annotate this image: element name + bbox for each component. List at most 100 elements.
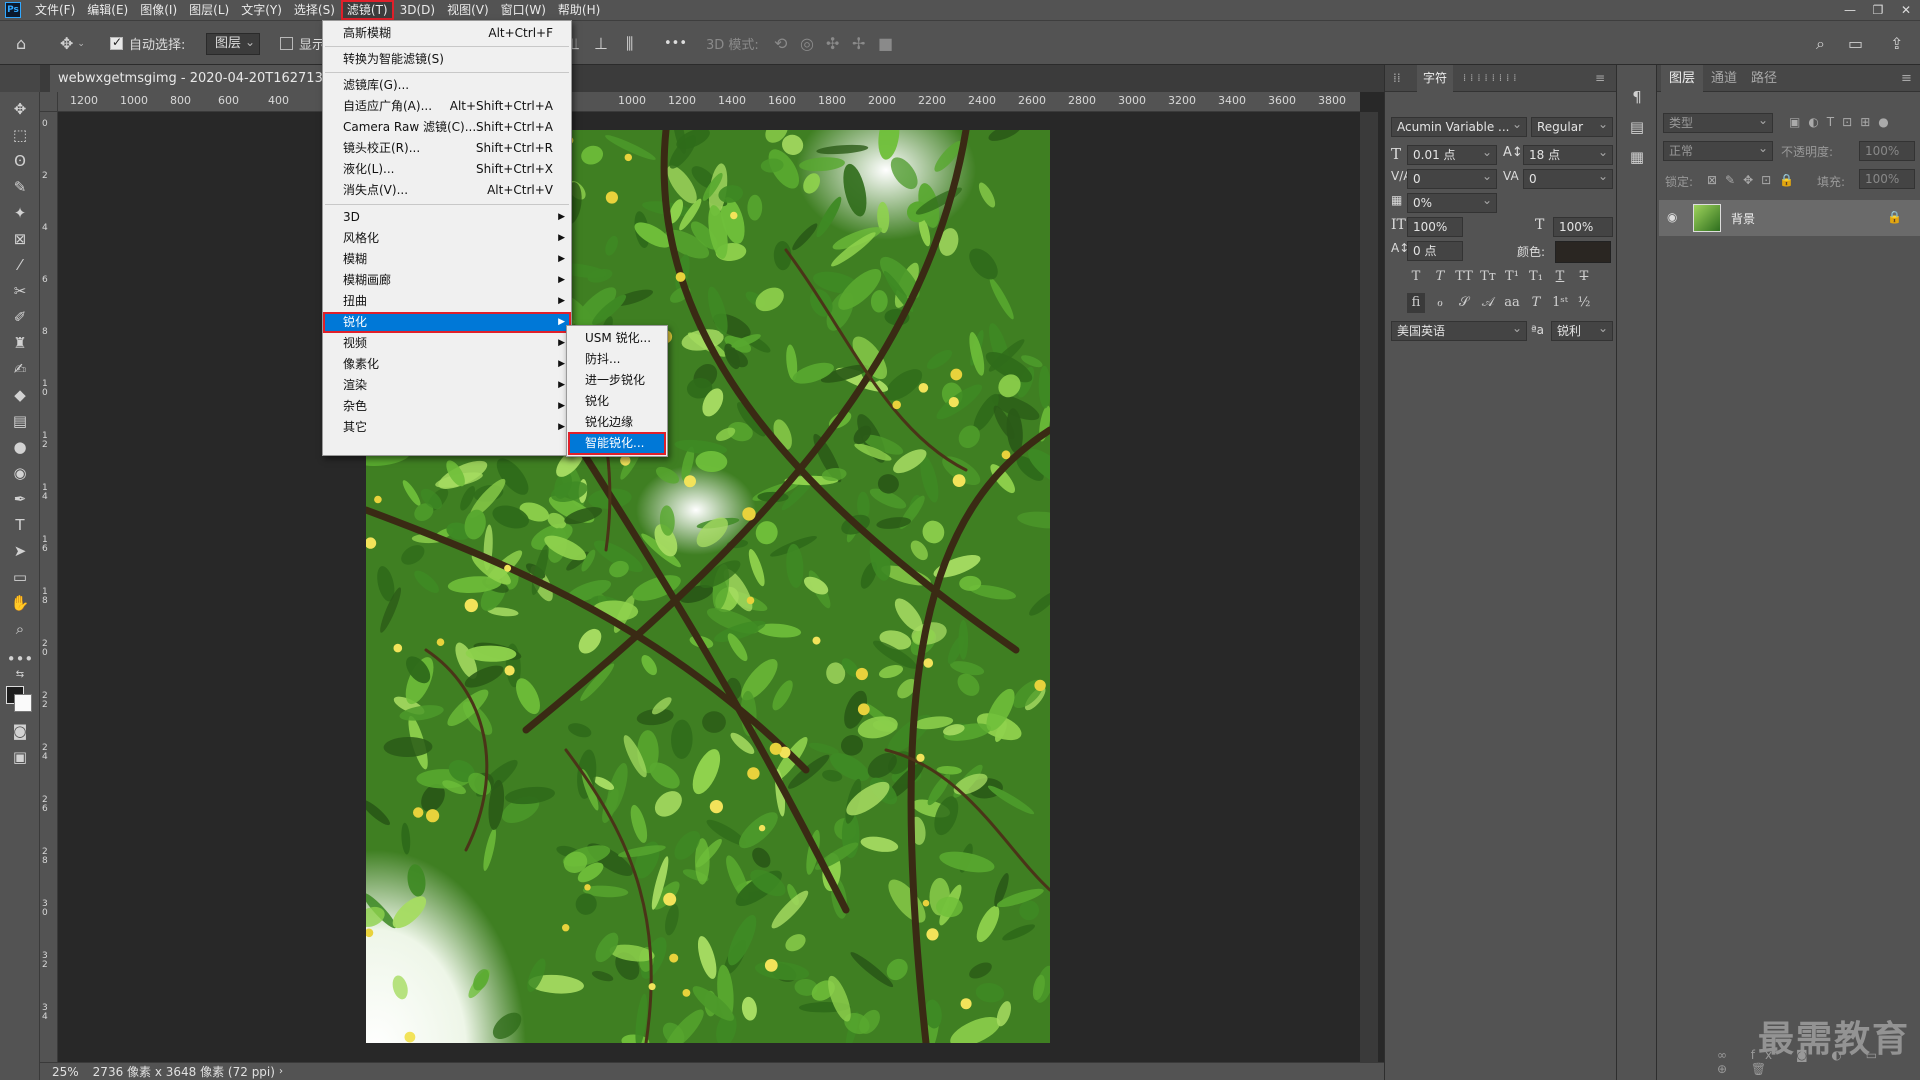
menu-select[interactable]: 选择(S) [288, 0, 341, 20]
menu-image[interactable]: 图像(I) [134, 0, 183, 20]
slide-3d-icon[interactable]: ✢ [852, 34, 865, 53]
chevron-right-icon[interactable]: › [279, 1066, 283, 1077]
menu-edit[interactable]: 编辑(E) [81, 0, 134, 20]
menu-3d[interactable]: 3D(D) [394, 0, 441, 20]
toolbar-grip[interactable] [0, 65, 40, 92]
marquee-tool-icon[interactable]: ⬚ [6, 124, 34, 146]
ordinals-button[interactable]: 1ˢᵗ [1551, 293, 1569, 313]
move-tool-icon[interactable]: ✥ [6, 98, 34, 120]
pan-3d-icon[interactable]: ✣ [826, 34, 839, 53]
tab-paths[interactable]: 路径 [1751, 65, 1777, 92]
font-style-dropdown[interactable]: Regular [1531, 115, 1613, 137]
eyedropper-tool-icon[interactable]: ⁄ [6, 254, 34, 276]
faux-italic-button[interactable]: T [1431, 267, 1449, 287]
menu-item-lens-correction[interactable]: 镜头校正(R)... Shift+Ctrl+R [323, 138, 571, 159]
titling-button[interactable]: aa [1503, 293, 1521, 313]
menu-item-gaussian-blur[interactable]: 高斯模糊 Alt+Ctrl+F [323, 23, 571, 44]
menu-item-sharpen[interactable]: 锐化 ▶ [323, 312, 571, 333]
pen-tool-icon[interactable]: ✒ [6, 488, 34, 510]
search-icon[interactable]: ⌕ [1816, 34, 1825, 54]
ornaments-button[interactable]: 𝑇 [1527, 293, 1545, 313]
frame-tool-icon[interactable]: ⊠ [6, 228, 34, 250]
menu-view[interactable]: 视图(V) [441, 0, 495, 20]
fill-field[interactable]: 100% [1859, 169, 1915, 189]
workspace-icon[interactable]: ▭ [1848, 34, 1863, 53]
camera-3d-icon[interactable]: ■ [878, 34, 893, 53]
magic-wand-tool-icon[interactable]: ✦ [6, 202, 34, 224]
auto-select-target-dropdown[interactable]: 图层 [206, 32, 261, 55]
superscript-button[interactable]: T¹ [1503, 267, 1521, 287]
hand-tool-icon[interactable]: ✋ [6, 592, 34, 614]
menu-item-pixelate[interactable]: 像素化 ▶ [323, 354, 571, 375]
menu-item-blur-gallery[interactable]: 模糊画廊 ▶ [323, 270, 571, 291]
swap-colors-icon[interactable]: ⇆ [6, 664, 34, 686]
auto-select-checkbox[interactable] [110, 35, 123, 50]
submenu-item-usm-sharpen[interactable]: USM 锐化... [567, 328, 667, 349]
layer-action-icons[interactable]: ∞ fx ◙ ◐ ▭ ⊕ 🗑 [1717, 1048, 1920, 1076]
paragraph-panel-icon[interactable]: ¶ [1627, 87, 1647, 107]
rectangle-tool-icon[interactable]: ▭ [6, 566, 34, 588]
chevron-down-icon[interactable]: ⌄ [77, 39, 85, 49]
lock-icons[interactable]: ⊠✎✥⊡🔒 [1707, 173, 1802, 187]
eraser-tool-icon[interactable]: ◆ [6, 384, 34, 406]
type-tool-icon[interactable]: T [6, 514, 34, 536]
panel-menu-icon[interactable]: ≡ [1901, 65, 1912, 92]
menu-item-noise[interactable]: 杂色 ▶ [323, 396, 571, 417]
submenu-item-sharpen-edges[interactable]: 锐化边缘 [567, 412, 667, 433]
layer-row-background[interactable]: ◉ 背景 🔒 [1659, 200, 1920, 236]
path-select-tool-icon[interactable]: ➤ [6, 540, 34, 562]
document-size-info[interactable]: 2736 像素 x 3648 像素 (72 ppi) [93, 1063, 275, 1080]
menu-file[interactable]: 文件(F) [29, 0, 81, 20]
tsume-field[interactable]: 0% [1407, 191, 1497, 213]
zoom-tool-icon[interactable]: ⌕ [6, 618, 34, 640]
menu-type[interactable]: 文字(Y) [235, 0, 288, 20]
restore-button[interactable]: ❐ [1864, 0, 1892, 20]
language-dropdown[interactable]: 美国英语 [1391, 319, 1527, 341]
horizontal-scale-field[interactable]: 100% [1553, 217, 1613, 237]
tracking-field[interactable]: 0 [1523, 167, 1613, 189]
lasso-tool-icon[interactable]: ʘ [6, 150, 34, 172]
menu-item-render[interactable]: 渲染 ▶ [323, 375, 571, 396]
tab-character[interactable]: 字符 [1417, 65, 1454, 92]
menu-item-other[interactable]: 其它 ▶ [323, 417, 571, 438]
menu-item-3d[interactable]: 3D ▶ [323, 207, 571, 228]
home-icon[interactable]: ⌂ [16, 34, 26, 53]
underline-button[interactable]: T [1551, 267, 1569, 287]
submenu-item-shake-reduction[interactable]: 防抖... [567, 349, 667, 370]
subscript-button[interactable]: T₁ [1527, 267, 1545, 287]
panel-menu-icon[interactable]: ≡ [1595, 65, 1605, 92]
menu-help[interactable]: 帮助(H) [552, 0, 606, 20]
menu-item-stylize[interactable]: 风格化 ▶ [323, 228, 571, 249]
show-transform-checkbox[interactable] [280, 37, 293, 50]
align-vertical-icon[interactable]: ⊥ [594, 34, 608, 53]
blend-mode-dropdown[interactable]: 正常 [1663, 139, 1773, 161]
roll-3d-icon[interactable]: ◎ [800, 34, 814, 53]
menu-item-convert-smart-filter[interactable]: 转换为智能滤镜(S) [323, 49, 571, 70]
distribute-icon[interactable]: ⫼ [626, 34, 633, 54]
menu-item-liquify[interactable]: 液化(L)... Shift+Ctrl+X [323, 159, 571, 180]
swash-button[interactable]: 𝒮 [1455, 293, 1473, 313]
tab-layers[interactable]: 图层 [1661, 65, 1704, 92]
gradient-tool-icon[interactable]: ▤ [6, 410, 34, 432]
history-panel-icon[interactable]: ▦ [1627, 147, 1647, 167]
share-icon[interactable]: ⇪ [1890, 34, 1903, 53]
menu-item-video[interactable]: 视频 ▶ [323, 333, 571, 354]
vertical-scrollbar[interactable] [1360, 112, 1378, 1062]
font-size-field[interactable]: 0.01 点 [1407, 143, 1497, 165]
stamp-tool-icon[interactable]: ♜ [6, 332, 34, 354]
faux-bold-button[interactable]: T [1407, 267, 1425, 287]
more-options-button[interactable]: ••• [664, 36, 687, 51]
history-brush-icon[interactable]: ✍ [6, 358, 34, 380]
menu-item-camera-raw[interactable]: Camera Raw 滤镜(C)... Shift+Ctrl+A [323, 117, 571, 138]
menu-filter[interactable]: 滤镜(T) [340, 0, 394, 20]
menu-item-adaptive-wide-angle[interactable]: 自适应广角(A)... Alt+Shift+Ctrl+A [323, 96, 571, 117]
antialias-dropdown[interactable]: 锐利 [1551, 319, 1613, 341]
quick-select-tool-icon[interactable]: ✎ [6, 176, 34, 198]
strikethrough-button[interactable]: T [1575, 267, 1593, 287]
vertical-scale-field[interactable]: 100% [1407, 217, 1463, 237]
visibility-eye-icon[interactable]: ◉ [1667, 210, 1677, 224]
fractions-button[interactable]: ½ [1575, 293, 1593, 313]
submenu-item-sharpen[interactable]: 锐化 [567, 391, 667, 412]
properties-panel-icon[interactable]: ▤ [1627, 117, 1647, 137]
dodge-tool-icon[interactable]: ◉ [6, 462, 34, 484]
